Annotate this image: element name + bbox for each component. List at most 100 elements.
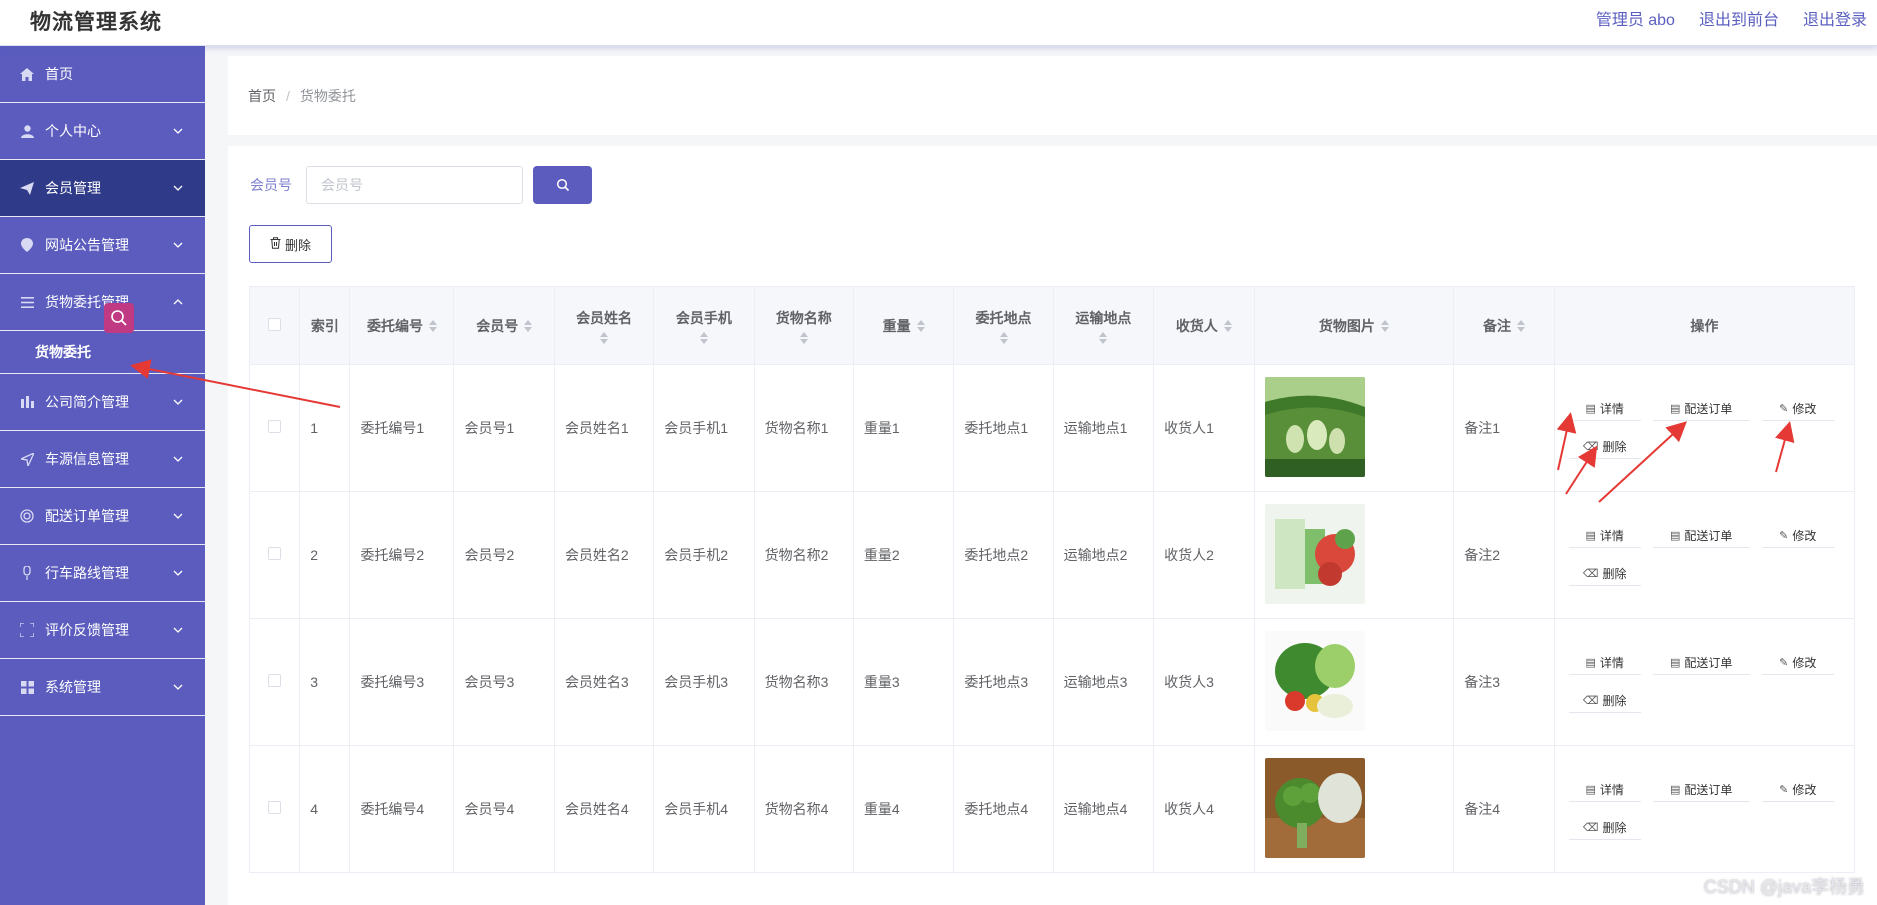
- batch-delete-button[interactable]: 删除: [249, 225, 332, 263]
- chevron-down-icon: [173, 567, 183, 579]
- cell-member-no: 会员号2: [453, 491, 555, 619]
- delete-button[interactable]: ⌫ 删除: [1568, 689, 1641, 713]
- row-checkbox[interactable]: [268, 420, 282, 433]
- table-row: 4 委托编号4 会员号4 会员姓名4 会员手机4 货物名称4 重量4 委托地点4 运输地点4 收货…: [248, 745, 1856, 873]
- logout-link[interactable]: 退出登录: [1803, 6, 1867, 30]
- header-member-no[interactable]: 会员号: [453, 286, 555, 365]
- cell-cargo-image: [1253, 364, 1455, 492]
- sort-icon[interactable]: [1099, 331, 1108, 344]
- action-label: 修改: [1792, 656, 1817, 670]
- select-all-checkbox[interactable]: [268, 317, 282, 331]
- sort-icon[interactable]: [1380, 319, 1389, 332]
- sidebar-item-label: 会员管理: [45, 180, 101, 196]
- delivery-order-button[interactable]: ▤ 配送订单: [1652, 651, 1750, 675]
- delete-button[interactable]: ⌫ 删除: [1568, 435, 1641, 459]
- table-header-row: 索引 委托编号 会员号 会员姓名 会员手机 货物名称 重量 委托地点 运输地点 …: [248, 286, 1856, 365]
- cell-weight: 重量4: [852, 745, 955, 873]
- sort-icon[interactable]: [428, 319, 437, 332]
- sort-icon[interactable]: [799, 331, 808, 344]
- sidebar-item-vehicles[interactable]: 车源信息管理: [0, 431, 205, 488]
- detail-button[interactable]: ▤ 详情: [1568, 651, 1641, 675]
- cell-cargo-image: [1253, 491, 1455, 619]
- back-to-frontend-link[interactable]: 退出到前台: [1699, 6, 1779, 30]
- delivery-order-button[interactable]: ▤ 配送订单: [1652, 778, 1750, 802]
- edit-icon: ✎: [1779, 530, 1789, 542]
- header-consign-place[interactable]: 委托地点: [953, 286, 1054, 365]
- sort-icon[interactable]: [999, 331, 1008, 344]
- header-remark[interactable]: 备注: [1453, 286, 1555, 365]
- sort-icon[interactable]: [1223, 319, 1232, 332]
- sidebar-item-orders[interactable]: 配送订单管理: [0, 488, 205, 545]
- sort-icon[interactable]: [600, 331, 609, 344]
- sidebar-item-cargo[interactable]: 货物委托管理: [0, 274, 205, 331]
- header-transport-place[interactable]: 运输地点: [1052, 286, 1155, 365]
- sidebar-item-label: 行车路线管理: [45, 565, 129, 581]
- edit-button[interactable]: ✎ 修改: [1761, 397, 1834, 421]
- admin-user-link[interactable]: 管理员 abo: [1596, 6, 1675, 30]
- cell-index: 2: [299, 491, 351, 619]
- delivery-order-button[interactable]: ▤ 配送订单: [1652, 397, 1750, 421]
- sort-icon[interactable]: [699, 331, 708, 344]
- sort-icon[interactable]: [1516, 319, 1525, 332]
- header-member-name[interactable]: 会员姓名: [553, 286, 655, 365]
- sort-icon[interactable]: [524, 319, 533, 332]
- user-icon: [19, 123, 35, 139]
- row-checkbox[interactable]: [268, 547, 282, 560]
- sidebar-subitem-cargo-consignment[interactable]: 货物委托: [0, 331, 205, 374]
- cell-cargo-name: 货物名称3: [753, 618, 854, 746]
- cell-actions: ▤ 详情 ▤ 配送订单 ✎ 修改 ⌫ 删除: [1553, 618, 1856, 746]
- cell-member-phone: 会员手机4: [653, 745, 755, 873]
- sidebar-subitem-label: 货物委托: [35, 344, 91, 360]
- cargo-image[interactable]: [1264, 376, 1365, 477]
- row-checkbox[interactable]: [268, 674, 282, 687]
- cell-receiver: 收货人2: [1153, 491, 1255, 619]
- chevron-down-icon: [173, 125, 183, 137]
- chevron-down-icon: [173, 182, 183, 194]
- delete-button[interactable]: ⌫ 删除: [1568, 562, 1641, 586]
- cell-member-name: 会员姓名1: [553, 364, 655, 492]
- member-search-input[interactable]: [306, 166, 523, 204]
- header-receiver[interactable]: 收货人: [1153, 286, 1255, 365]
- cell-cargo-image: [1253, 745, 1455, 873]
- search-button[interactable]: [533, 166, 592, 204]
- header-cargo-name[interactable]: 货物名称: [753, 286, 854, 365]
- action-label: 修改: [1792, 529, 1817, 543]
- edit-button[interactable]: ✎ 修改: [1761, 524, 1834, 548]
- sort-icon[interactable]: [916, 319, 925, 332]
- row-select-cell: [248, 745, 301, 873]
- edit-button[interactable]: ✎ 修改: [1761, 651, 1834, 675]
- sidebar-item-company[interactable]: 公司简介管理: [0, 374, 205, 431]
- cell-weight: 重量3: [852, 618, 955, 746]
- sidebar-item-home[interactable]: 首页: [0, 46, 205, 103]
- detail-button[interactable]: ▤ 详情: [1568, 524, 1641, 548]
- sidebar-item-routes[interactable]: 行车路线管理: [0, 545, 205, 602]
- action-label: 删除: [1602, 567, 1627, 581]
- search-label: 会员号: [250, 177, 292, 193]
- sidebar-item-announcements[interactable]: 网站公告管理: [0, 217, 205, 274]
- detail-button[interactable]: ▤ 详情: [1568, 397, 1641, 421]
- header-consign-no[interactable]: 委托编号: [349, 286, 455, 365]
- header-member-phone[interactable]: 会员手机: [653, 286, 755, 365]
- header-cargo-image[interactable]: 货物图片: [1253, 286, 1455, 365]
- cargo-image[interactable]: [1264, 503, 1365, 604]
- action-label: 详情: [1599, 656, 1624, 670]
- edit-button[interactable]: ✎ 修改: [1761, 778, 1834, 802]
- cell-consign-place: 委托地点2: [953, 491, 1054, 619]
- sidebar-item-feedback[interactable]: 评价反馈管理: [0, 602, 205, 659]
- cell-consign-no: 委托编号3: [349, 618, 455, 746]
- mic-icon: [19, 565, 35, 581]
- breadcrumb-home[interactable]: 首页: [248, 86, 276, 106]
- delivery-order-button[interactable]: ▤ 配送订单: [1652, 524, 1750, 548]
- cargo-image[interactable]: [1264, 757, 1365, 858]
- delete-button[interactable]: ⌫ 删除: [1568, 816, 1641, 840]
- sidebar-item-members[interactable]: 会员管理: [0, 160, 205, 217]
- header-weight[interactable]: 重量: [852, 286, 955, 365]
- trash-icon: ⌫: [1582, 822, 1599, 834]
- cell-transport-place: 运输地点2: [1052, 491, 1155, 619]
- sidebar-item-system[interactable]: 系统管理: [0, 659, 205, 716]
- row-checkbox[interactable]: [268, 801, 282, 814]
- cargo-image[interactable]: [1264, 630, 1365, 731]
- document-icon: ▤: [1585, 530, 1596, 542]
- detail-button[interactable]: ▤ 详情: [1568, 778, 1641, 802]
- sidebar-item-profile[interactable]: 个人中心: [0, 103, 205, 160]
